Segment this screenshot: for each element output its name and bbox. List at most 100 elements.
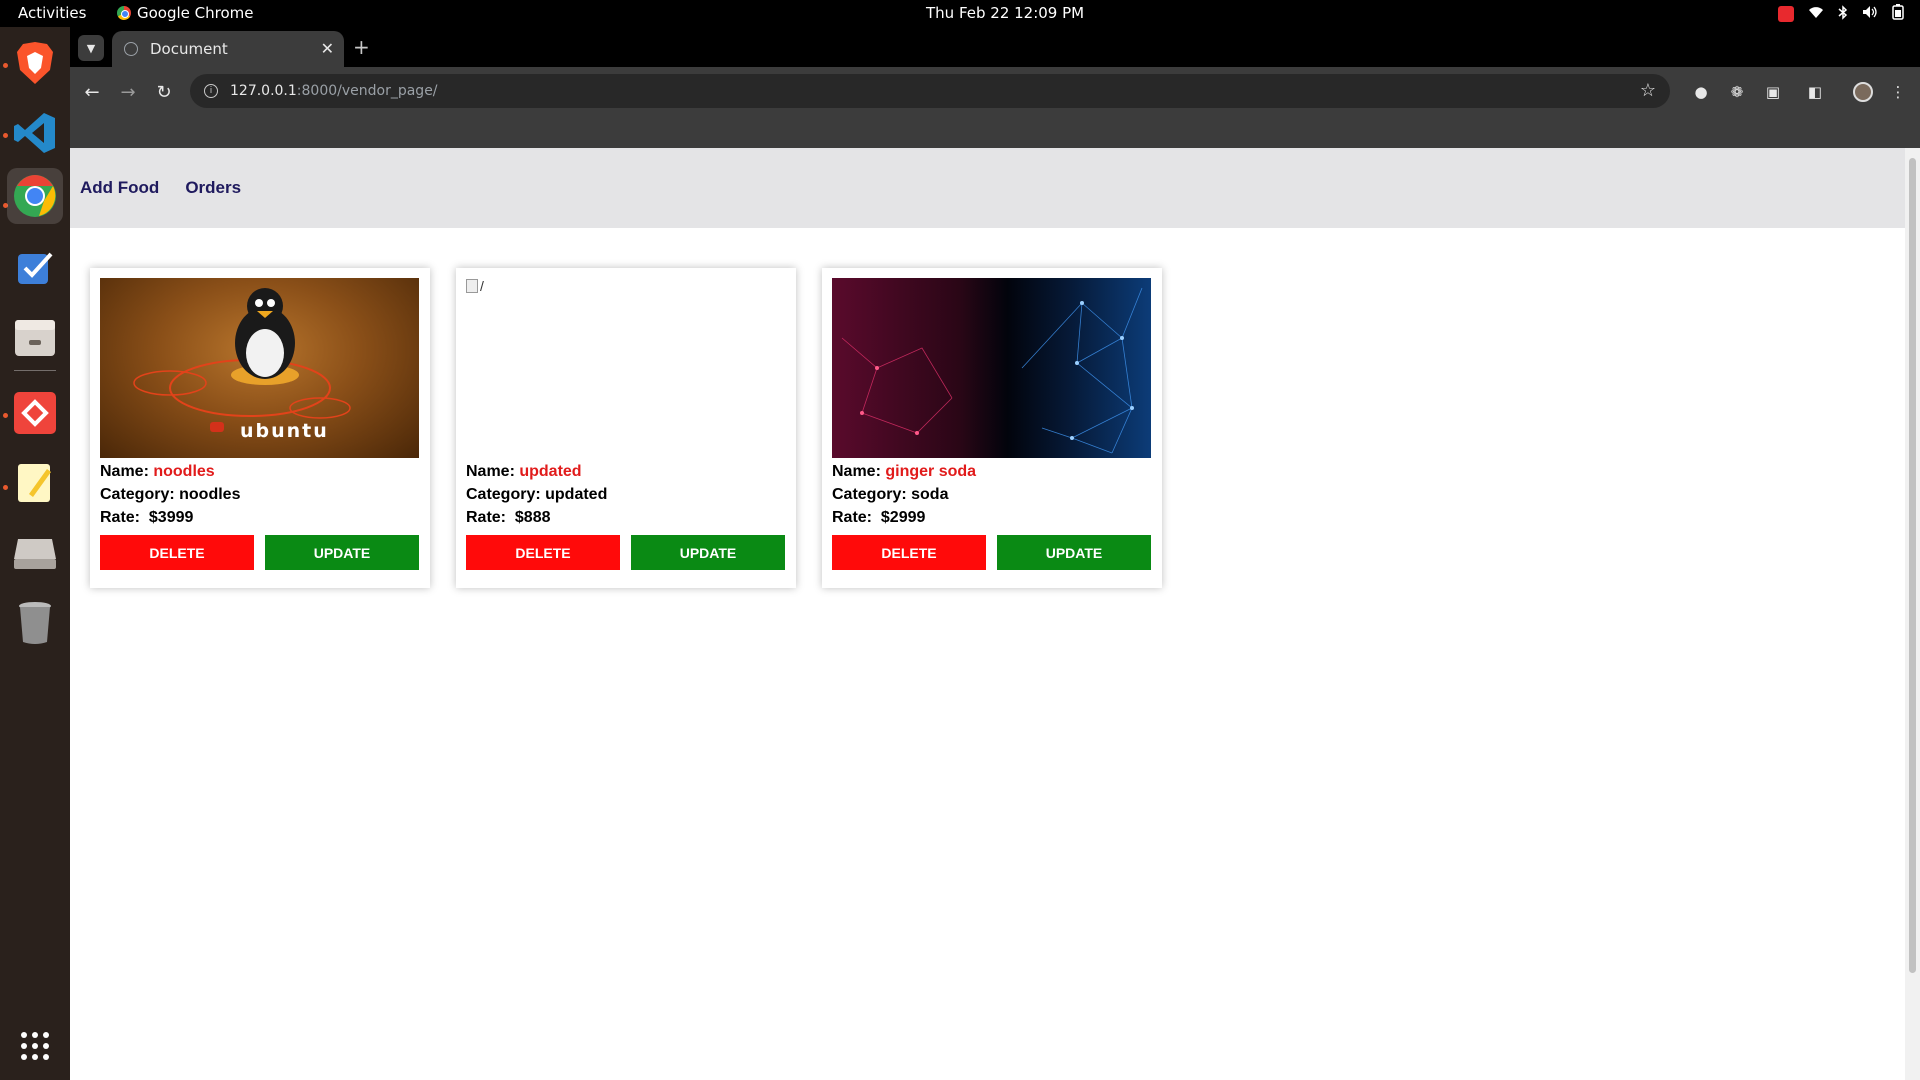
food-name: updated [519,463,582,480]
bookmarks-bar [70,117,1920,148]
card-actions: DELETE UPDATE [100,535,420,570]
food-name-line: Name: updated [466,462,786,481]
app-name: Google Chrome [137,4,254,22]
food-name-line: Name: ginger soda [832,462,1152,481]
food-name-line: Name: noodles [100,462,420,481]
file-manager-icon[interactable] [7,310,63,366]
system-tray[interactable] [1778,4,1904,24]
ubuntu-logo: ubuntu [240,420,329,442]
update-button[interactable]: UPDATE [631,535,785,570]
brave-browser-icon[interactable] [7,35,63,91]
volume-icon [1862,5,1878,23]
delete-button[interactable]: DELETE [466,535,620,570]
card-actions: DELETE UPDATE [466,535,786,570]
update-button[interactable]: UPDATE [265,535,419,570]
trash-icon[interactable] [7,595,63,651]
food-category-line: Category: noodles [100,485,420,504]
update-button[interactable]: UPDATE [997,535,1151,570]
text-editor-icon[interactable] [7,455,63,511]
browser-toolbar: ← → ↻ i 127.0.0.1:8000/vendor_page/ ☆ ● … [70,67,1920,117]
page-scrollbar[interactable] [1905,148,1920,1080]
category-label: Category: [832,486,912,503]
name-label: Name: [832,463,886,480]
dock-separator [14,370,56,371]
extension-gear-icon[interactable]: ❁ [1725,80,1749,104]
rate-label: Rate: [100,509,149,526]
bookmark-star-icon[interactable]: ☆ [1640,80,1656,101]
extension-icon[interactable]: ● [1689,80,1713,104]
menu-kebab-icon[interactable]: ⋮ [1886,80,1910,104]
app-grid-icon[interactable] [7,1018,63,1074]
scrollbar-thumb[interactable] [1909,158,1916,973]
wifi-icon [1808,5,1824,23]
food-card-list: ubuntu Name: noodles Category: noodles R… [90,268,1162,588]
food-category: updated [545,486,608,503]
tab-search-button[interactable]: ▼ [78,35,104,61]
anydesk-icon[interactable] [7,385,63,441]
profile-avatar[interactable] [1853,82,1873,102]
vendor-nav: Add Food Orders [70,148,1905,228]
browser-window: ▼ Document ✕ + ← → ↻ i 127.0.0.1:8000/ve… [70,27,1920,1080]
reload-icon[interactable]: ↻ [151,79,177,105]
rate-label: Rate: [466,509,515,526]
food-rate: $888 [514,509,551,526]
food-image [832,278,1151,458]
clock[interactable]: Thu Feb 22 12:09 PM [926,4,1084,22]
name-label: Name: [466,463,520,480]
tasks-icon[interactable] [7,240,63,296]
site-info-icon[interactable]: i [204,84,218,98]
bluetooth-icon [1838,4,1848,24]
add-food-link[interactable]: Add Food [80,178,159,198]
side-panel-icon[interactable]: ◧ [1803,80,1827,104]
food-name: noodles [153,463,215,480]
image-alt-text: / [480,278,484,294]
chevron-down-icon: ▼ [86,41,96,55]
food-card: / Name: updated Category: updated Rate: … [456,268,796,588]
back-icon[interactable]: ← [79,79,105,105]
food-rate-line: Rate: $2999 [832,508,1152,527]
system-top-bar: Activities Google Chrome Thu Feb 22 12:0… [0,0,1920,27]
category-label: Category: [100,486,180,503]
chrome-icon [117,6,131,20]
anydesk-tray-icon[interactable] [1778,6,1794,22]
tab-title: Document [150,40,228,58]
food-category: noodles [179,486,241,503]
rate-label: Rate: [832,509,881,526]
card-actions: DELETE UPDATE [832,535,1152,570]
page-content: Add Food Orders ubuntu Name: noodles Cat… [70,148,1905,1080]
category-label: Category: [466,486,546,503]
food-card: Name: ginger soda Category: soda Rate: $… [822,268,1162,588]
orders-link[interactable]: Orders [185,178,241,198]
food-rate: $2999 [880,509,926,526]
url-host: 127.0.0.1 [230,83,297,99]
new-tab-button[interactable]: + [353,35,370,59]
extensions-puzzle-icon[interactable]: ▣ [1761,80,1785,104]
name-label: Name: [100,463,154,480]
close-tab-icon[interactable]: ✕ [321,39,334,58]
delete-button[interactable]: DELETE [100,535,254,570]
food-card: ubuntu Name: noodles Category: noodles R… [90,268,430,588]
delete-button[interactable]: DELETE [832,535,986,570]
food-name: ginger soda [885,463,977,480]
vscode-icon[interactable] [7,105,63,161]
dock [0,27,70,1080]
app-menu[interactable]: Google Chrome [117,4,254,22]
food-category-line: Category: updated [466,485,786,504]
broken-image-icon: / [466,278,484,294]
globe-icon [124,42,138,56]
tab-strip: ▼ Document ✕ + [70,27,1920,67]
chrome-dock-icon[interactable] [7,168,63,224]
url-path: :8000/vendor_page/ [296,83,438,99]
food-category-line: Category: soda [832,485,1152,504]
disk-icon[interactable] [7,525,63,581]
food-rate: $3999 [148,509,194,526]
address-bar[interactable]: i 127.0.0.1:8000/vendor_page/ ☆ [190,74,1670,108]
food-category: soda [911,486,949,503]
activities-button[interactable]: Activities [18,4,86,22]
browser-tab[interactable]: Document ✕ [112,31,344,67]
food-rate-line: Rate: $888 [466,508,786,527]
food-image: / [466,278,785,458]
forward-icon[interactable]: → [115,79,141,105]
battery-icon [1892,4,1904,24]
food-image: ubuntu [100,278,419,458]
